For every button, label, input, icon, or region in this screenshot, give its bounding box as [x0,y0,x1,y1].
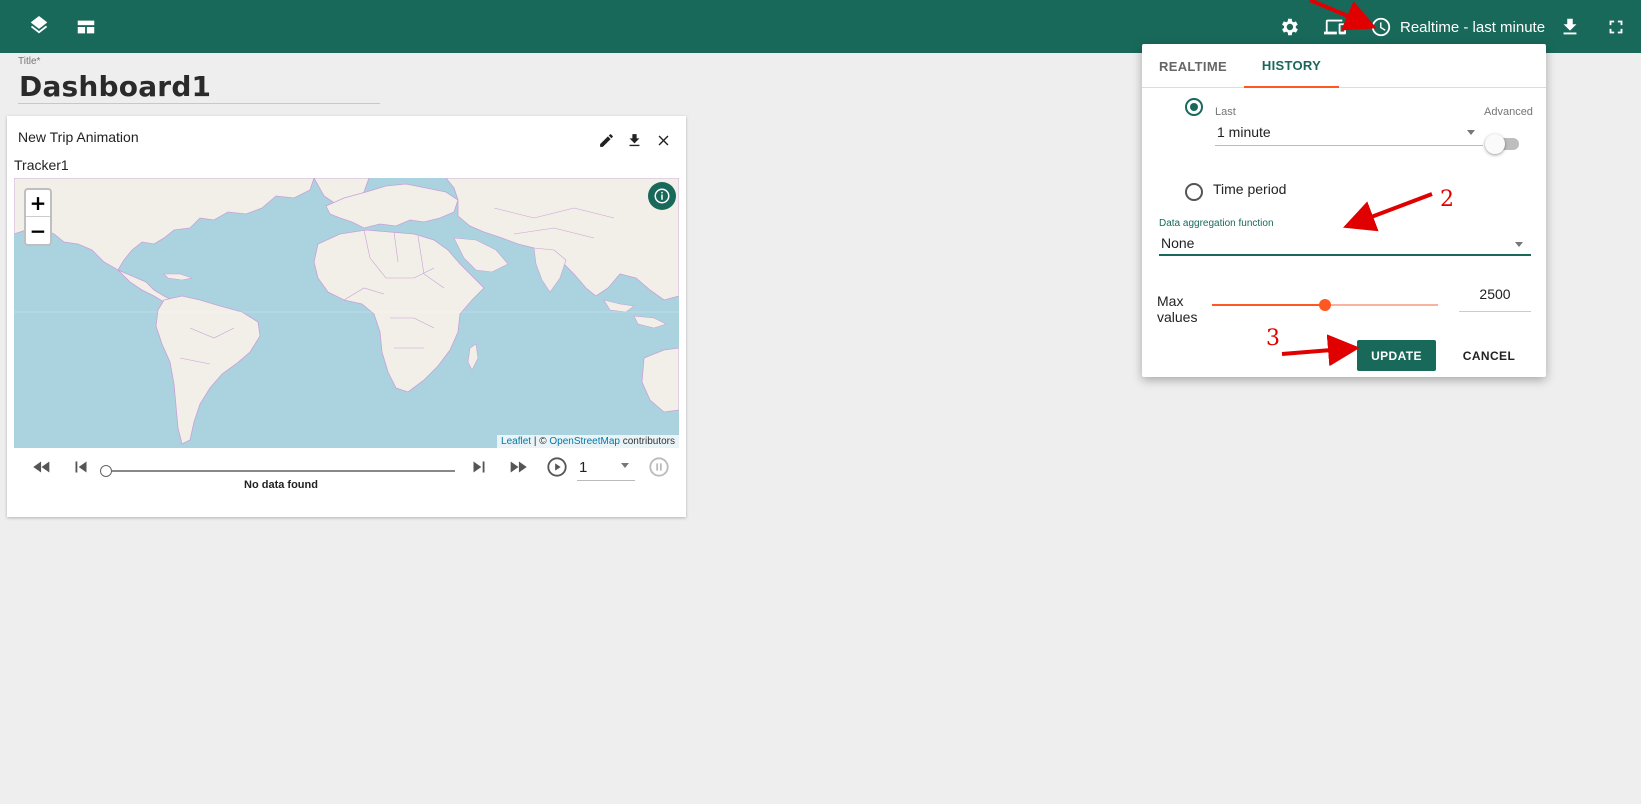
last-radio[interactable] [1185,98,1203,116]
tab-history[interactable]: HISTORY [1244,44,1339,88]
clock-icon [1371,17,1391,37]
skip-previous-icon[interactable] [70,456,92,478]
openstreetmap-link[interactable]: OpenStreetMap [549,436,620,447]
time-window-label: Realtime - last minute [1400,18,1546,36]
info-icon[interactable] [648,182,676,210]
widget-title: New Trip Animation [18,129,139,145]
attribution-separator: | © [531,436,550,447]
zoom-control: + − [24,188,52,246]
tab-realtime[interactable]: REALTIME [1142,44,1244,88]
aggregation-select[interactable]: None [1159,231,1531,256]
time-period-label: Time period [1213,181,1287,197]
max-values-input[interactable]: 2500 [1459,282,1531,312]
download-icon[interactable] [1557,14,1583,40]
aggregation-value: None [1161,235,1195,251]
zoom-out-button[interactable]: − [26,217,50,244]
fast-forward-icon[interactable] [507,456,529,478]
update-button[interactable]: UPDATE [1357,340,1436,371]
fast-rewind-icon[interactable] [31,456,53,478]
status-text: No data found [244,479,318,491]
last-label: Last [1215,106,1236,118]
download-icon[interactable] [624,130,644,150]
max-values-label: Max values [1157,293,1198,325]
pause-icon[interactable] [648,456,670,478]
layers-icon[interactable] [26,14,52,40]
max-values-slider-fill [1212,304,1325,306]
attribution-suffix: contributors [619,436,675,447]
zoom-in-button[interactable]: + [26,190,50,217]
title-label: Title* [18,56,41,67]
dashboard-title-input[interactable]: Dashboard1 [19,70,211,103]
time-window-panel: REALTIME HISTORY Last 1 minute Advanced … [1142,44,1546,377]
time-period-radio[interactable] [1185,183,1203,201]
trip-animation-widget: New Trip Animation Tracker1 + − Leaflet … [7,116,686,517]
speed-select[interactable]: 1 [577,457,635,481]
devices-icon[interactable] [1322,14,1348,40]
advanced-label: Advanced [1484,106,1533,118]
time-window-tabs: REALTIME HISTORY [1142,44,1546,88]
last-interval-select[interactable]: 1 minute [1215,120,1483,146]
timeline-slider-track[interactable] [105,470,455,472]
play-icon[interactable] [546,456,568,478]
map[interactable]: + − Leaflet | © OpenStreetMap contributo… [14,178,679,448]
advanced-toggle[interactable] [1485,134,1519,154]
timeline-slider-thumb[interactable] [100,465,112,477]
dashboard-layout-icon[interactable] [73,14,99,40]
fullscreen-icon[interactable] [1603,14,1629,40]
chevron-down-icon [1515,242,1523,247]
tracker-label: Tracker1 [14,157,69,173]
annotation-number-3: 3 [1266,326,1280,351]
chevron-down-icon [621,463,629,468]
world-map [14,178,679,445]
speed-value: 1 [579,459,588,476]
time-window-button[interactable]: Realtime - last minute [1370,14,1545,40]
cancel-button[interactable]: CANCEL [1452,340,1526,371]
aggregation-label: Data aggregation function [1159,218,1274,229]
settings-icon[interactable] [1276,14,1302,40]
map-attribution: Leaflet | © OpenStreetMap contributors [497,435,679,448]
annotation-number-2: 2 [1440,187,1454,212]
skip-next-icon[interactable] [468,456,490,478]
chevron-down-icon [1467,130,1475,135]
close-icon[interactable] [653,130,673,150]
edit-icon[interactable] [596,130,616,150]
leaflet-link[interactable]: Leaflet [501,436,531,447]
dashboard-title-field[interactable]: Title* Dashboard1 [18,56,380,104]
max-values-slider-thumb[interactable] [1319,299,1331,311]
last-interval-value: 1 minute [1217,124,1271,140]
